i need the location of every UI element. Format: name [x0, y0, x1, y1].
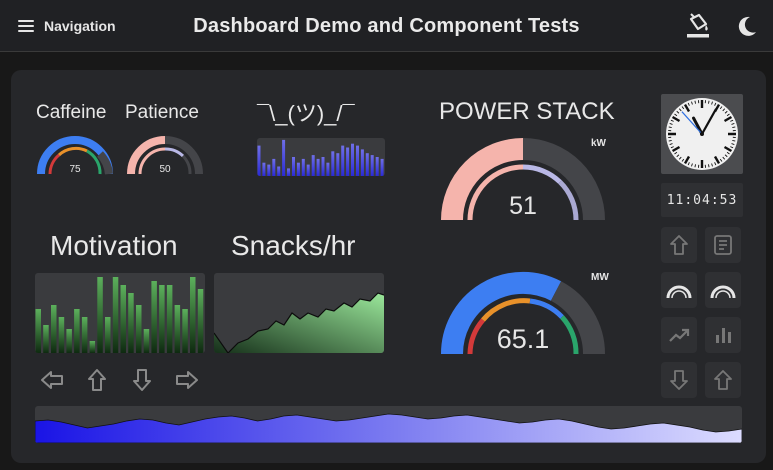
arrow-up-icon[interactable]: [84, 367, 110, 393]
sparkbar: [120, 285, 126, 353]
gauge-icon: [666, 285, 692, 299]
sparkbar: [287, 168, 290, 176]
sparkbar: [105, 317, 111, 353]
clock-tick: [708, 100, 710, 104]
sparkbar: [282, 139, 286, 176]
sparkbar: [306, 164, 310, 176]
side-bar-chart-button[interactable]: [705, 317, 741, 353]
page-title: Dashboard Demo and Component Tests: [193, 15, 580, 37]
shrug-title: ¯\_(ツ)_/¯: [257, 101, 355, 126]
sparkbar: [296, 162, 300, 176]
sparkbar: [331, 151, 335, 176]
sparkbar: [190, 277, 196, 353]
sparkbar: [66, 329, 72, 353]
sparkbar: [360, 149, 364, 176]
sparkbar: [89, 341, 96, 353]
waveform-area-chart: [35, 406, 742, 443]
sparkbar: [375, 157, 379, 176]
side-trending-button[interactable]: [661, 317, 697, 353]
sparkbar: [136, 305, 142, 353]
clock-tick: [732, 140, 736, 142]
side-document-button[interactable]: [705, 227, 741, 263]
side-gauge-button-2[interactable]: [705, 272, 741, 308]
sparkbar: [43, 325, 49, 353]
power-kw-unit: kW: [591, 138, 606, 149]
motivation-bar-chart: [35, 273, 205, 353]
sparkbar: [197, 289, 204, 353]
sparkbar: [112, 277, 119, 353]
top-app-bar: Navigation Dashboard Demo and Component …: [0, 0, 773, 52]
arrow-left-icon[interactable]: [39, 367, 65, 393]
sparkbar: [336, 153, 340, 176]
sparkbar: [292, 157, 295, 176]
sparkbar: [365, 153, 369, 176]
clock-tick: [694, 100, 696, 104]
analog-clock: [661, 94, 743, 174]
clock-tick: [668, 126, 672, 128]
sparkbar: [346, 147, 350, 176]
sparkbar: [151, 281, 157, 353]
side-gauge-button-1[interactable]: [661, 272, 697, 308]
sparkbar: [380, 158, 384, 176]
side-arrow-up-button-2[interactable]: [705, 362, 741, 398]
sparkbar: [326, 162, 330, 176]
dashboard-panel: Caffeine Patience 75 50 ¯\_(ツ)_/¯ POWER …: [11, 70, 766, 463]
arrow-down-icon: [670, 370, 688, 390]
power-kw-value: 51: [509, 192, 537, 220]
sparkbar: [182, 309, 188, 353]
shrug-sparkbar-chart: [257, 138, 385, 176]
snacks-area-chart: [214, 273, 384, 353]
sparkbar: [267, 164, 271, 176]
snacks-title: Snacks/hr: [231, 230, 356, 261]
sparkbar: [174, 305, 181, 353]
digital-clock: 11:04:53: [661, 183, 743, 217]
arrow-down-icon[interactable]: [129, 367, 155, 393]
sparkbar: [356, 145, 359, 176]
sparkbar: [277, 166, 281, 176]
clock-tick: [732, 126, 736, 128]
sparkbar: [370, 155, 374, 176]
sparkbar: [143, 329, 150, 353]
clock-tick: [694, 164, 696, 168]
sparkbar: [262, 162, 266, 176]
sparkbar: [321, 157, 325, 176]
sparkbar: [58, 317, 65, 353]
sparkbar: [81, 317, 88, 353]
arrow-up-icon: [714, 370, 732, 390]
sparkbar: [128, 293, 134, 353]
trending-up-icon: [669, 328, 690, 342]
sparkbar: [272, 158, 276, 176]
side-arrow-up-button[interactable]: [661, 227, 697, 263]
arrow-right-icon[interactable]: [174, 367, 200, 393]
dark-mode-icon[interactable]: [733, 12, 761, 40]
paint-bucket-icon[interactable]: [684, 12, 712, 40]
clock-tick: [668, 140, 672, 142]
power-mw-unit: MW: [591, 272, 609, 283]
side-arrow-down-button[interactable]: [661, 362, 697, 398]
sparkbar: [257, 145, 261, 176]
sparkbar: [316, 158, 320, 176]
sparkbar: [74, 309, 80, 353]
power-stack-title: POWER STACK: [439, 98, 615, 125]
gauge-icon: [710, 285, 736, 299]
bar-chart-icon: [716, 328, 731, 343]
power-mw-value: 65.1: [496, 324, 550, 354]
sparkbar: [35, 309, 41, 353]
sparkbar: [301, 158, 305, 176]
arrow-up-icon: [670, 235, 688, 255]
patience-title: Patience: [125, 102, 199, 123]
sparkbar: [159, 285, 165, 353]
caffeine-title: Caffeine: [36, 102, 107, 123]
sparkbar: [97, 277, 103, 353]
sparkbar: [341, 145, 345, 176]
sparkbar: [166, 285, 173, 353]
sparkbar: [351, 143, 354, 176]
caffeine-value: 75: [69, 164, 81, 175]
clock-tick: [708, 164, 710, 168]
patience-value: 50: [159, 164, 171, 175]
sparkbar: [51, 305, 57, 353]
document-icon: [714, 235, 732, 255]
motivation-title: Motivation: [50, 230, 178, 261]
sparkbar: [311, 155, 315, 176]
